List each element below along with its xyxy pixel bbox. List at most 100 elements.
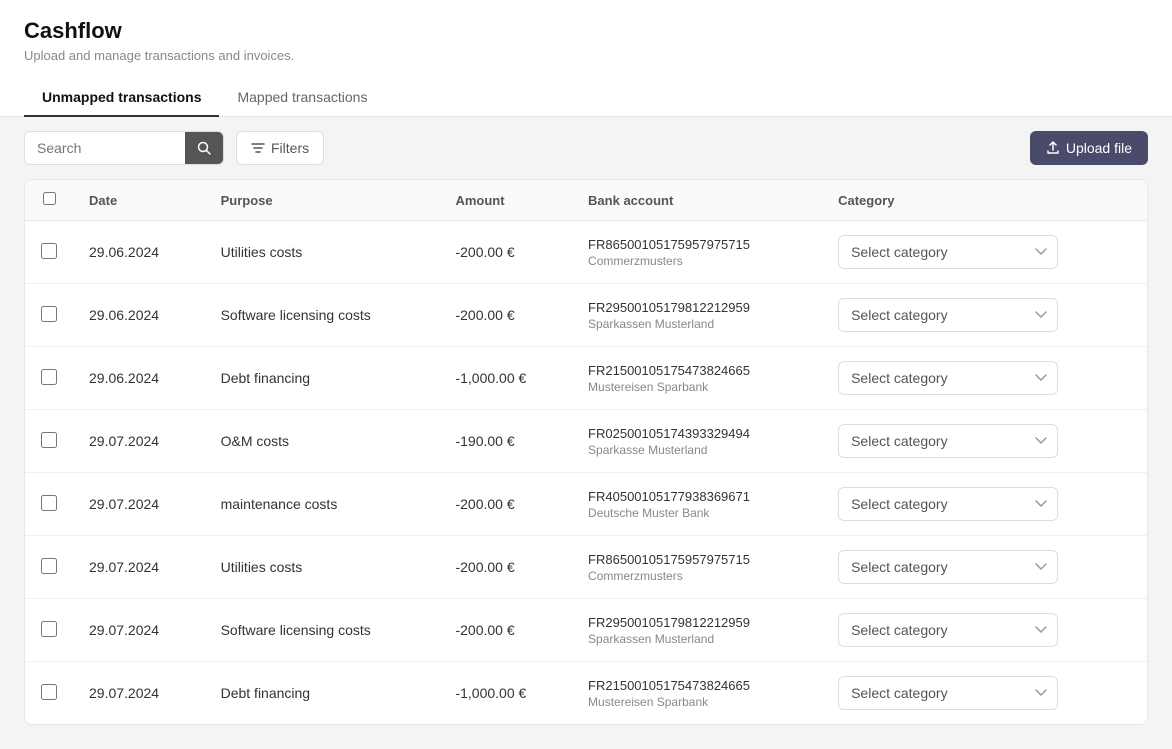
row-amount: -200.00 €	[439, 221, 572, 284]
col-purpose: Purpose	[205, 180, 440, 221]
row-bank-account: FR40500105177938369671 Deutsche Muster B…	[572, 473, 822, 536]
search-input[interactable]	[25, 132, 185, 164]
filters-button[interactable]: Filters	[236, 131, 324, 165]
row-checkbox-5[interactable]	[41, 558, 57, 574]
category-select-5[interactable]: Select categoryOperating costsSoftwareFi…	[838, 550, 1058, 584]
row-checkbox-cell	[25, 410, 73, 473]
app-title: Cashflow	[24, 18, 1148, 44]
filters-label: Filters	[271, 140, 309, 156]
app-header: Cashflow Upload and manage transactions …	[0, 0, 1172, 117]
row-amount: -1,000.00 €	[439, 662, 572, 725]
row-bank-account: FR21500105175473824665 Mustereisen Sparb…	[572, 347, 822, 410]
row-amount: -1,000.00 €	[439, 347, 572, 410]
row-bank-account: FR02500105174393329494 Sparkasse Musterl…	[572, 410, 822, 473]
row-date: 29.07.2024	[73, 599, 205, 662]
row-date: 29.07.2024	[73, 536, 205, 599]
row-purpose: maintenance costs	[205, 473, 440, 536]
table-row: 29.07.2024 O&M costs -190.00 € FR0250010…	[25, 410, 1147, 473]
category-select-3[interactable]: Select categoryOperating costsSoftwareFi…	[838, 424, 1058, 458]
row-checkbox-cell	[25, 662, 73, 725]
col-date: Date	[73, 180, 205, 221]
app-subtitle: Upload and manage transactions and invoi…	[24, 48, 1148, 63]
row-purpose: Software licensing costs	[205, 599, 440, 662]
row-purpose: Debt financing	[205, 347, 440, 410]
row-category-cell: Select categoryOperating costsSoftwareFi…	[822, 347, 1147, 410]
row-bank-account: FR29500105179812212959 Sparkassen Muster…	[572, 599, 822, 662]
row-purpose: Debt financing	[205, 662, 440, 725]
col-amount: Amount	[439, 180, 572, 221]
row-checkbox-cell	[25, 347, 73, 410]
row-checkbox-1[interactable]	[41, 306, 57, 322]
row-checkbox-6[interactable]	[41, 621, 57, 637]
row-date: 29.06.2024	[73, 221, 205, 284]
category-select-2[interactable]: Select categoryOperating costsSoftwareFi…	[838, 361, 1058, 395]
search-wrapper	[24, 131, 224, 165]
tab-unmapped[interactable]: Unmapped transactions	[24, 79, 219, 117]
toolbar: Filters Upload file	[0, 117, 1172, 179]
toolbar-left: Filters	[24, 131, 324, 165]
row-date: 29.06.2024	[73, 284, 205, 347]
row-category-cell: Select categoryOperating costsSoftwareFi…	[822, 599, 1147, 662]
row-purpose: Utilities costs	[205, 536, 440, 599]
row-date: 29.07.2024	[73, 662, 205, 725]
search-icon	[197, 141, 211, 155]
row-date: 29.07.2024	[73, 473, 205, 536]
upload-label: Upload file	[1066, 140, 1132, 156]
row-amount: -200.00 €	[439, 473, 572, 536]
row-bank-account: FR86500105175957975715 Commerzmusters	[572, 221, 822, 284]
table-row: 29.07.2024 Software licensing costs -200…	[25, 599, 1147, 662]
col-bank-account: Bank account	[572, 180, 822, 221]
table-row: 29.06.2024 Utilities costs -200.00 € FR8…	[25, 221, 1147, 284]
category-select-0[interactable]: Select categoryOperating costsSoftwareFi…	[838, 235, 1058, 269]
table-header-row: Date Purpose Amount Bank account Categor…	[25, 180, 1147, 221]
row-date: 29.07.2024	[73, 410, 205, 473]
category-select-7[interactable]: Select categoryOperating costsSoftwareFi…	[838, 676, 1058, 710]
upload-button[interactable]: Upload file	[1030, 131, 1148, 165]
row-category-cell: Select categoryOperating costsSoftwareFi…	[822, 473, 1147, 536]
category-select-1[interactable]: Select categoryOperating costsSoftwareFi…	[838, 298, 1058, 332]
row-amount: -200.00 €	[439, 284, 572, 347]
row-checkbox-cell	[25, 221, 73, 284]
row-checkbox-cell	[25, 473, 73, 536]
row-category-cell: Select categoryOperating costsSoftwareFi…	[822, 536, 1147, 599]
table-row: 29.07.2024 maintenance costs -200.00 € F…	[25, 473, 1147, 536]
row-bank-account: FR21500105175473824665 Mustereisen Sparb…	[572, 662, 822, 725]
table-row: 29.07.2024 Debt financing -1,000.00 € FR…	[25, 662, 1147, 725]
row-date: 29.06.2024	[73, 347, 205, 410]
row-amount: -200.00 €	[439, 536, 572, 599]
row-checkbox-cell	[25, 599, 73, 662]
row-category-cell: Select categoryOperating costsSoftwareFi…	[822, 221, 1147, 284]
row-checkbox-cell	[25, 284, 73, 347]
category-select-4[interactable]: Select categoryOperating costsSoftwareFi…	[838, 487, 1058, 521]
category-select-6[interactable]: Select categoryOperating costsSoftwareFi…	[838, 613, 1058, 647]
row-bank-account: FR29500105179812212959 Sparkassen Muster…	[572, 284, 822, 347]
row-amount: -190.00 €	[439, 410, 572, 473]
row-purpose: Software licensing costs	[205, 284, 440, 347]
col-checkbox	[25, 180, 73, 221]
col-category: Category	[822, 180, 1147, 221]
row-checkbox-3[interactable]	[41, 432, 57, 448]
filter-icon	[251, 141, 265, 155]
row-bank-account: FR86500105175957975715 Commerzmusters	[572, 536, 822, 599]
row-category-cell: Select categoryOperating costsSoftwareFi…	[822, 410, 1147, 473]
row-purpose: Utilities costs	[205, 221, 440, 284]
table-row: 29.07.2024 Utilities costs -200.00 € FR8…	[25, 536, 1147, 599]
transactions-table: Date Purpose Amount Bank account Categor…	[25, 180, 1147, 724]
upload-icon	[1046, 141, 1060, 155]
select-all-checkbox[interactable]	[43, 192, 56, 205]
transactions-table-container: Date Purpose Amount Bank account Categor…	[24, 179, 1148, 725]
tab-mapped[interactable]: Mapped transactions	[219, 79, 385, 117]
row-category-cell: Select categoryOperating costsSoftwareFi…	[822, 284, 1147, 347]
search-button[interactable]	[185, 132, 223, 164]
row-checkbox-7[interactable]	[41, 684, 57, 700]
row-purpose: O&M costs	[205, 410, 440, 473]
row-checkbox-2[interactable]	[41, 369, 57, 385]
tab-bar: Unmapped transactions Mapped transaction…	[24, 79, 1148, 116]
table-row: 29.06.2024 Debt financing -1,000.00 € FR…	[25, 347, 1147, 410]
row-checkbox-4[interactable]	[41, 495, 57, 511]
table-row: 29.06.2024 Software licensing costs -200…	[25, 284, 1147, 347]
row-checkbox-cell	[25, 536, 73, 599]
row-amount: -200.00 €	[439, 599, 572, 662]
row-checkbox-0[interactable]	[41, 243, 57, 259]
row-category-cell: Select categoryOperating costsSoftwareFi…	[822, 662, 1147, 725]
